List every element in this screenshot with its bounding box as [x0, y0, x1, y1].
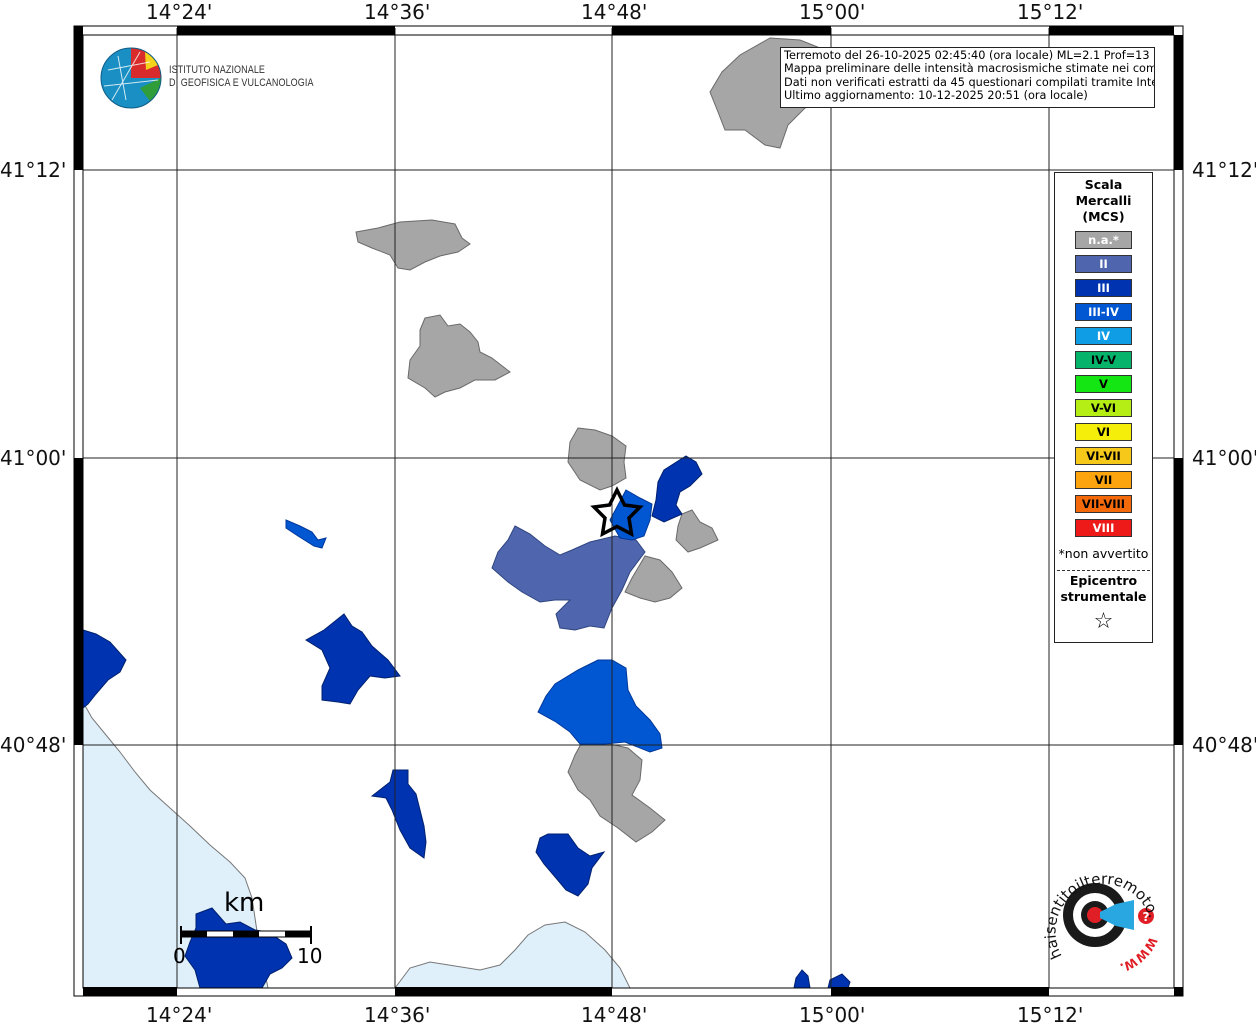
- scale-start: 0: [173, 944, 186, 968]
- lat-label-left-2: 41°00': [0, 446, 67, 470]
- legend-swatch-v-vi: V-VI: [1075, 399, 1132, 417]
- event-info-line-4: Ultimo aggiornamento: 10-12-2025 20:51 (…: [784, 88, 1088, 102]
- mcs-legend: Scala Mercalli (MCS) n.a.* II III III-IV IV I…: [1054, 172, 1153, 643]
- event-info-line-2: Mappa preliminare delle intensità macros…: [784, 62, 1155, 76]
- svg-text:WWW.: WWW.: [1118, 935, 1160, 975]
- scale-unit: km: [224, 888, 265, 918]
- lat-label-left-3: 40°48': [0, 733, 67, 757]
- legend-separator: [1057, 570, 1150, 571]
- lon-label-top-2: 14°36': [364, 0, 431, 24]
- legend-swatch-vii-viii: VII-VIII: [1075, 495, 1132, 513]
- ingv-logo-text: ISTITUTO NAZIONALE DI GEOFISICA E VULCAN…: [169, 64, 314, 90]
- legend-swatch-vii: VII: [1075, 471, 1132, 489]
- event-info-line-3: Dati non verificati estratti da 45 quest…: [784, 75, 1155, 89]
- hsit-www-text: WWW.: [1118, 935, 1160, 975]
- lat-label-left-1: 41°12': [0, 158, 67, 182]
- legend-swatch-iii: III: [1075, 279, 1132, 297]
- legend-swatch-ii: II: [1075, 255, 1132, 273]
- lon-label-bottom-5: 15°12': [1017, 1003, 1084, 1027]
- legend-title-3: (MCS): [1082, 209, 1125, 224]
- legend-swatch-iv: IV: [1075, 327, 1132, 345]
- sea-south: [394, 921, 631, 989]
- lon-label-top-5: 15°12': [1017, 0, 1084, 24]
- ingv-line-2: DI GEOFISICA E VULCANOLOGIA: [169, 77, 314, 89]
- legend-epicenter-star-icon: ☆: [1093, 609, 1114, 634]
- legend-swatch-iii-iv: III-IV: [1075, 303, 1132, 321]
- lon-label-bottom-1: 14°24': [146, 1003, 213, 1027]
- scale-end: 10: [297, 944, 323, 968]
- event-info-line-1: Terremoto del 26-10-2025 02:45:40 (ora l…: [784, 49, 1155, 62]
- event-info-box: Terremoto del 26-10-2025 02:45:40 (ora l…: [780, 47, 1155, 108]
- lon-label-bottom-4: 15°00': [799, 1003, 866, 1027]
- legend-swatch-vi: VI: [1075, 423, 1132, 441]
- legend-epicenter-line-2: strumentale: [1060, 589, 1147, 604]
- lat-label-right-3: 40°48': [1192, 733, 1256, 757]
- legend-na-note: *non avvertito: [1058, 546, 1149, 561]
- ingv-line-1: ISTITUTO NAZIONALE: [169, 64, 266, 76]
- lon-label-top-1: 14°24': [146, 0, 213, 24]
- hsit-logo-text: haisentitoilterremoto.it WWW.: [1028, 846, 1163, 975]
- ingv-globe-icon: [100, 47, 162, 109]
- lat-label-right-2: 41°00': [1192, 446, 1256, 470]
- legend-swatch-iv-v: IV-V: [1075, 351, 1132, 369]
- legend-swatch-vi-vii: VI-VII: [1075, 447, 1132, 465]
- lat-label-right-1: 41°12': [1192, 158, 1256, 182]
- municipalities-ii: [491, 525, 646, 631]
- legend-title: Scala Mercalli (MCS): [1055, 177, 1152, 225]
- legend-epicenter-title: Epicentro strumentale: [1055, 573, 1152, 605]
- legend-swatch-v: V: [1075, 375, 1132, 393]
- lon-label-bottom-3: 14°48': [581, 1003, 648, 1027]
- legend-epicenter-line-1: Epicentro: [1069, 573, 1138, 588]
- lon-label-top-3: 14°48': [581, 0, 648, 24]
- legend-title-1: Scala: [1084, 177, 1123, 192]
- lon-label-top-4: 15°00': [799, 0, 866, 24]
- legend-title-2: Mercalli: [1075, 193, 1132, 208]
- legend-swatch-n-a: n.a.*: [1075, 231, 1132, 249]
- legend-swatch-viii: VIII: [1075, 519, 1132, 537]
- lon-label-bottom-2: 14°36': [364, 1003, 431, 1027]
